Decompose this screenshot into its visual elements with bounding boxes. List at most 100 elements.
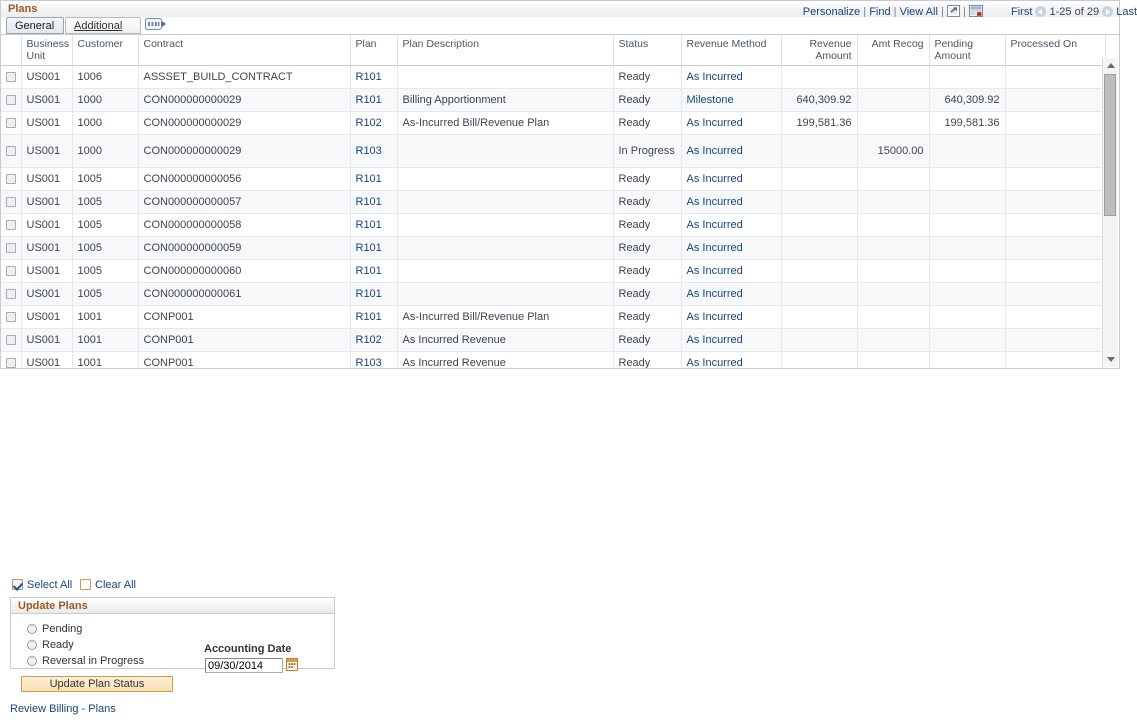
cell-plan-link[interactable]: R103 [356,145,382,157]
row-select-cell[interactable] [1,214,21,237]
cell-plan[interactable]: R101 [350,168,397,191]
cell-plan-link[interactable]: R101 [356,94,382,106]
col-plan-description[interactable]: Plan Description [397,35,613,66]
cell-plan-link[interactable]: R101 [356,288,382,300]
cell-revenue-method[interactable]: As Incurred [681,112,781,135]
scroll-down-arrow[interactable] [1103,353,1118,367]
cell-plan-link[interactable]: R102 [356,117,382,129]
row-checkbox[interactable] [6,243,16,253]
cell-revenue-method-link[interactable]: As Incurred [687,334,743,346]
cell-revenue-method[interactable]: As Incurred [681,168,781,191]
row-checkbox[interactable] [6,174,16,184]
row-checkbox[interactable] [6,358,16,368]
radio-reversal-in-progress[interactable] [27,656,37,666]
cell-plan-link[interactable]: R101 [356,219,382,231]
cell-revenue-method[interactable]: As Incurred [681,214,781,237]
tab-general[interactable]: General [6,17,64,34]
update-plan-status-button[interactable]: Update Plan Status [21,676,173,692]
next-page-icon[interactable] [1102,6,1113,17]
expand-window-icon[interactable] [947,5,960,17]
cell-plan-link[interactable]: R101 [356,196,382,208]
cell-plan-link[interactable]: R101 [356,242,382,254]
col-business-unit[interactable]: Business Unit [21,35,72,66]
row-select-cell[interactable] [1,112,21,135]
row-checkbox[interactable] [6,95,16,105]
cell-plan[interactable]: R103 [350,352,397,370]
row-checkbox[interactable] [6,312,16,322]
cell-revenue-method-link[interactable]: As Incurred [687,357,743,369]
previous-page-icon[interactable] [1035,6,1046,17]
cell-plan[interactable]: R102 [350,329,397,352]
radio-pending[interactable] [27,624,37,634]
cell-revenue-method-link[interactable]: As Incurred [687,173,743,185]
cell-plan[interactable]: R101 [350,191,397,214]
cell-revenue-method-link[interactable]: As Incurred [687,311,743,323]
row-checkbox[interactable] [6,72,16,82]
cell-plan[interactable]: R102 [350,112,397,135]
scrollbar-thumb[interactable] [1104,74,1116,216]
cell-revenue-method-link[interactable]: Milestone [687,94,734,106]
cell-revenue-method[interactable]: As Incurred [681,260,781,283]
clear-all-link[interactable]: Clear All [95,579,136,591]
cell-plan[interactable]: R101 [350,214,397,237]
row-checkbox[interactable] [6,146,16,156]
row-select-cell[interactable] [1,191,21,214]
row-select-cell[interactable] [1,89,21,112]
cell-revenue-method-link[interactable]: As Incurred [687,117,743,129]
grid-vertical-scrollbar[interactable] [1102,58,1118,367]
cell-plan-link[interactable]: R101 [356,173,382,185]
cell-revenue-method-link[interactable]: As Incurred [687,288,743,300]
row-select-cell[interactable] [1,329,21,352]
row-checkbox[interactable] [6,118,16,128]
tab-additional-info[interactable]: Additional Info [65,17,141,34]
row-select-cell[interactable] [1,66,21,89]
row-select-cell[interactable] [1,135,21,168]
col-amt-recog[interactable]: Amt Recog [857,35,929,66]
col-processed-on[interactable]: Processed On [1005,35,1105,66]
col-pending-amount[interactable]: Pending Amount [929,35,1005,66]
col-plan[interactable]: Plan [350,35,397,66]
cell-plan-link[interactable]: R101 [356,265,382,277]
cell-plan[interactable]: R103 [350,135,397,168]
cell-plan[interactable]: R101 [350,283,397,306]
row-checkbox[interactable] [6,289,16,299]
row-select-cell[interactable] [1,168,21,191]
radio-ready[interactable] [27,640,37,650]
scroll-up-arrow[interactable] [1103,58,1118,72]
cell-plan[interactable]: R101 [350,260,397,283]
cell-plan-link[interactable]: R103 [356,357,382,369]
row-checkbox[interactable] [6,220,16,230]
cell-revenue-method[interactable]: As Incurred [681,237,781,260]
col-revenue-amount[interactable]: Revenue Amount [781,35,857,66]
cell-revenue-method[interactable]: As Incurred [681,191,781,214]
cell-revenue-method[interactable]: As Incurred [681,283,781,306]
col-status[interactable]: Status [613,35,681,66]
cell-plan[interactable]: R101 [350,66,397,89]
row-checkbox[interactable] [6,335,16,345]
row-select-cell[interactable] [1,237,21,260]
row-checkbox[interactable] [6,197,16,207]
cell-revenue-method[interactable]: As Incurred [681,66,781,89]
select-all-link[interactable]: Select All [27,579,72,591]
clear-all-checkbox[interactable] [80,579,91,590]
cell-revenue-method-link[interactable]: As Incurred [687,242,743,254]
cell-revenue-method[interactable]: Milestone [681,89,781,112]
cell-plan[interactable]: R101 [350,89,397,112]
download-spreadsheet-icon[interactable] [969,5,983,17]
row-select-cell[interactable] [1,283,21,306]
cell-revenue-method[interactable]: As Incurred [681,352,781,370]
cell-plan-link[interactable]: R101 [356,71,382,83]
accounting-date-input[interactable] [205,658,283,673]
col-revenue-method[interactable]: Revenue Method [681,35,781,66]
cell-revenue-method-link[interactable]: As Incurred [687,145,743,157]
cell-revenue-method[interactable]: As Incurred [681,306,781,329]
col-customer[interactable]: Customer [72,35,138,66]
cell-revenue-method-link[interactable]: As Incurred [687,265,743,277]
cell-revenue-method-link[interactable]: As Incurred [687,219,743,231]
col-contract[interactable]: Contract [138,35,350,66]
cell-revenue-method[interactable]: As Incurred [681,135,781,168]
row-select-cell[interactable] [1,260,21,283]
row-select-cell[interactable] [1,352,21,370]
cell-plan[interactable]: R101 [350,237,397,260]
cell-revenue-method-link[interactable]: As Incurred [687,196,743,208]
